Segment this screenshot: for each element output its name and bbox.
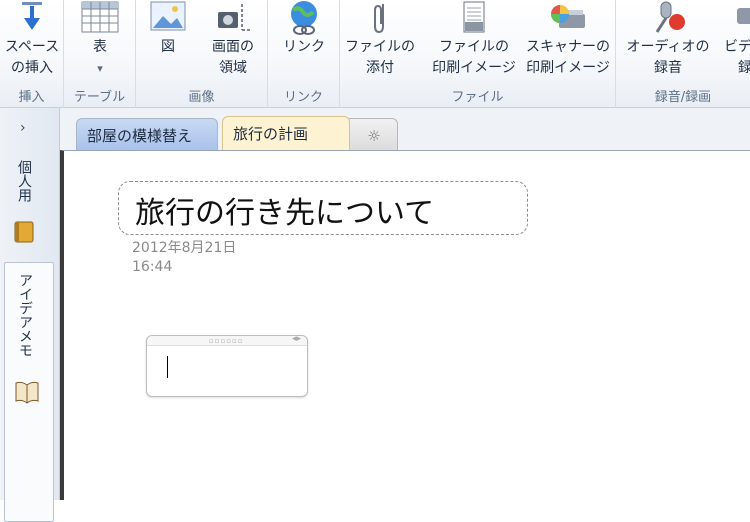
video-record-button[interactable]: ビデオの 録画 bbox=[712, 0, 750, 76]
picture-icon bbox=[150, 1, 186, 31]
notebook-navigation: › 個人用 アイデアメモ bbox=[0, 108, 60, 522]
scanner-icon bbox=[551, 5, 585, 28]
ribbon-group-file: ファイルの 添付 ファイルの 印刷イメージ スキャナーの 印刷イメージ ファイル bbox=[340, 0, 616, 108]
scanner-printout-button[interactable]: スキャナーの 印刷イメージ bbox=[522, 0, 614, 76]
ribbon-group-table: 表 ▾ テーブル bbox=[64, 0, 136, 108]
group-label-link: リンク bbox=[283, 90, 323, 105]
note-container[interactable]: ▫▫▫▫▫▫ ◂▸ bbox=[146, 334, 308, 397]
ribbon-group-link: リンク リンク bbox=[268, 0, 340, 108]
group-label-table: テーブル bbox=[73, 90, 126, 105]
page-time: 16:44 bbox=[132, 259, 173, 275]
table-button[interactable]: 表 ▾ bbox=[64, 0, 136, 75]
page-date: 2012年8月21日 bbox=[132, 240, 237, 256]
picture-button[interactable]: 図 bbox=[142, 0, 194, 55]
attach-file-label: ファイルの 添付 bbox=[345, 39, 415, 76]
insert-space-label: スペース の挿入 bbox=[4, 39, 60, 76]
picture-label: 図 bbox=[161, 39, 175, 55]
audio-record-icon bbox=[655, 1, 685, 33]
tab-room-redecorating[interactable]: 部屋の模様替え bbox=[76, 118, 218, 150]
table-dropdown-icon[interactable]: ▾ bbox=[64, 58, 136, 79]
scanner-printout-label: スキャナーの 印刷イメージ bbox=[526, 39, 610, 76]
audio-record-label: オーディオの 録音 bbox=[626, 39, 710, 76]
screen-clipping-button[interactable]: 画面の 領域 bbox=[202, 0, 264, 76]
link-icon bbox=[291, 1, 317, 35]
open-book-icon bbox=[15, 381, 39, 404]
attach-file-button[interactable]: ファイルの 添付 bbox=[340, 0, 420, 76]
expand-navigation-icon[interactable]: › bbox=[20, 120, 26, 136]
link-label: リンク bbox=[283, 39, 325, 55]
tab-travel-plan[interactable]: 旅行の計画 bbox=[222, 116, 350, 152]
audio-record-button[interactable]: オーディオの 録音 bbox=[620, 0, 716, 76]
notebook-icon bbox=[14, 221, 34, 243]
page-canvas[interactable]: 旅行の行き先について 2012年8月21日 16:44 ▫▫▫▫▫▫ ◂▸ bbox=[60, 150, 750, 500]
ribbon-group-image: 図 画面の 領域 画像 bbox=[136, 0, 268, 108]
notebook-idea-memo-label: アイデアメモ bbox=[17, 273, 33, 357]
text-cursor bbox=[167, 356, 168, 378]
note-grip-icon: ▫▫▫▫▫▫ bbox=[209, 337, 244, 345]
group-label-image: 画像 bbox=[188, 90, 215, 105]
insert-space-button[interactable]: スペース の挿入 bbox=[0, 0, 64, 76]
group-label-file: ファイル bbox=[451, 90, 504, 105]
link-button[interactable]: リンク bbox=[268, 0, 340, 55]
video-record-label: ビデオの 録画 bbox=[724, 39, 750, 76]
screen-clip-icon bbox=[218, 4, 252, 31]
video-record-icon bbox=[737, 8, 750, 24]
notebook-idea-memo[interactable]: アイデアメモ bbox=[4, 262, 54, 522]
ribbon: スペース の挿入 挿入 表 ▾ テーブル 図 画面の 領域 画像 リンク リンク… bbox=[0, 0, 750, 108]
notebook-personal[interactable]: 個人用 bbox=[6, 152, 52, 248]
group-label-insert: 挿入 bbox=[18, 90, 45, 105]
file-printout-label: ファイルの 印刷イメージ bbox=[432, 39, 516, 76]
file-printout-icon bbox=[463, 1, 485, 33]
table-icon bbox=[81, 1, 119, 33]
space-insert-icon bbox=[22, 2, 42, 30]
page-title-container[interactable]: 旅行の行き先について bbox=[118, 181, 528, 235]
group-label-record: 録音/録画 bbox=[654, 90, 712, 105]
ribbon-group-record: オーディオの 録音 ビデオの 録画 録音/録画 bbox=[616, 0, 750, 108]
file-printout-button[interactable]: ファイルの 印刷イメージ bbox=[428, 0, 520, 76]
section-tabs: 部屋の模様替え ☼ 旅行の計画 bbox=[60, 108, 750, 152]
attach-file-icon bbox=[374, 4, 384, 34]
ribbon-group-insert: スペース の挿入 挿入 bbox=[0, 0, 64, 108]
notebook-personal-label: 個人用 bbox=[16, 160, 32, 202]
page-title[interactable]: 旅行の行き先について bbox=[135, 188, 434, 232]
note-drag-handle[interactable]: ▫▫▫▫▫▫ ◂▸ bbox=[147, 334, 307, 346]
table-label: 表 bbox=[93, 39, 107, 55]
note-resize-icon[interactable]: ◂▸ bbox=[292, 334, 301, 344]
screen-clipping-label: 画面の 領域 bbox=[212, 39, 254, 76]
